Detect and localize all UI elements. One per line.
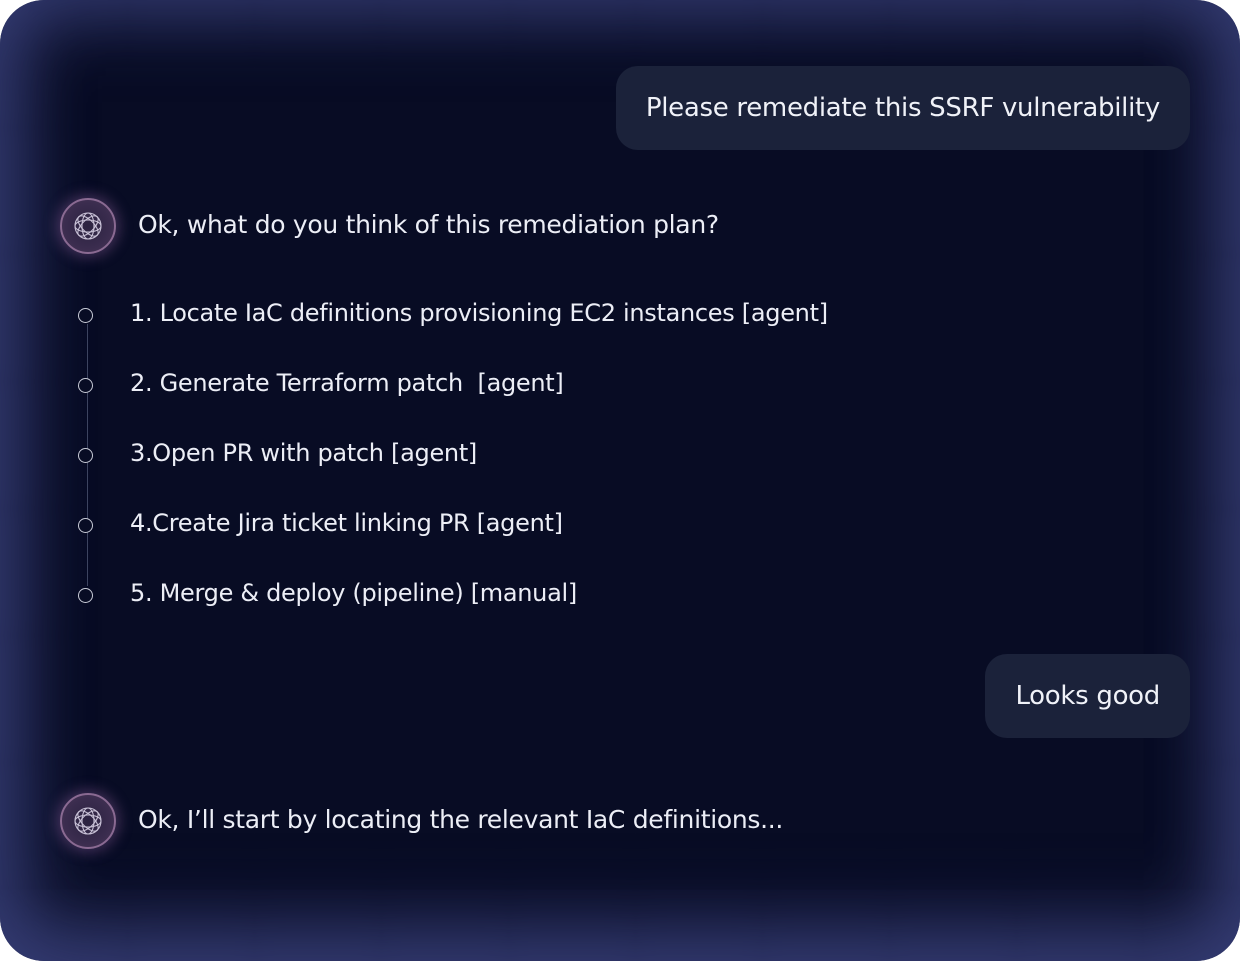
circle-outline-icon [78, 307, 93, 323]
plan-step: 1. Locate IaC definitions provisioning E… [78, 299, 828, 327]
plan-step: 2. Generate Terraform patch [agent] [78, 369, 564, 397]
assistant-message-text: Ok, I’ll start by locating the relevant … [138, 805, 784, 834]
circle-outline-icon [78, 447, 93, 463]
plan-step-label: 3.Open PR with patch [agent] [130, 439, 477, 467]
assistant-avatar [60, 198, 116, 254]
user-message-bubble: Looks good [985, 654, 1190, 738]
orbital-sphere-icon [74, 807, 102, 835]
plan-step-label: 4.Create Jira ticket linking PR [agent] [130, 509, 563, 537]
user-message-text: Looks good [1015, 681, 1160, 711]
circle-outline-icon [78, 587, 93, 603]
plan-step: 5. Merge & deploy (pipeline) [manual] [78, 579, 577, 607]
plan-step-label: 2. Generate Terraform patch [agent] [130, 369, 564, 397]
plan-step-label: 5. Merge & deploy (pipeline) [manual] [130, 579, 577, 607]
orbital-sphere-icon [74, 212, 102, 240]
circle-outline-icon [78, 377, 93, 393]
chat-panel: Please remediate this SSRF vulnerability… [0, 0, 1240, 961]
plan-step: 3.Open PR with patch [agent] [78, 439, 477, 467]
circle-outline-icon [78, 517, 93, 533]
assistant-avatar [60, 793, 116, 849]
plan-step: 4.Create Jira ticket linking PR [agent] [78, 509, 563, 537]
plan-step-label: 1. Locate IaC definitions provisioning E… [130, 299, 828, 327]
user-message-text: Please remediate this SSRF vulnerability [645, 93, 1160, 123]
assistant-message-text: Ok, what do you think of this remediatio… [138, 210, 719, 239]
user-message-bubble: Please remediate this SSRF vulnerability [615, 66, 1190, 150]
